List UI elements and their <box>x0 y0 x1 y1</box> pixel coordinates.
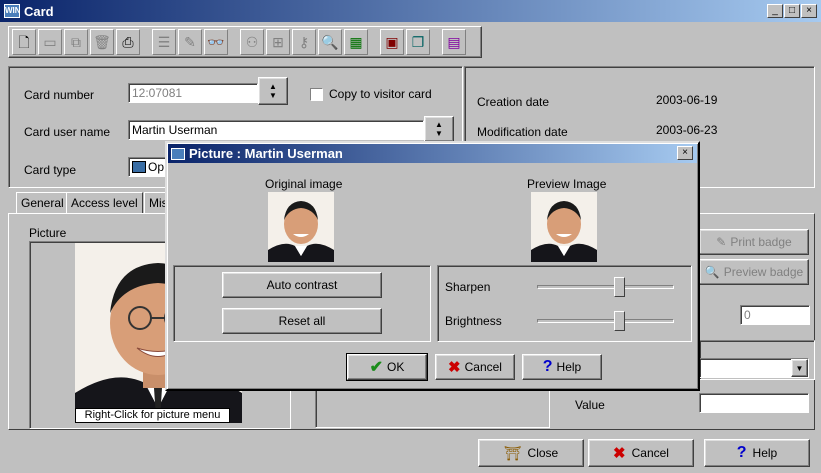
picture-label: Picture <box>29 226 67 240</box>
sharpen-slider-thumb[interactable] <box>614 277 626 297</box>
card-user-name-label: Card user name <box>24 125 111 139</box>
windows-icon[interactable]: ❐ <box>406 29 430 55</box>
close-button[interactable]: ⛩ Close <box>478 439 584 467</box>
picture-context-hint: Right-Click for picture menu <box>75 408 230 423</box>
ok-label: OK <box>387 360 405 374</box>
help-label: Help <box>752 446 778 460</box>
preview-badge-icon: 🔍 <box>704 265 720 279</box>
minimize-button[interactable]: _ <box>767 4 783 18</box>
preview-badge-button[interactable]: 🔍 Preview badge <box>699 259 809 285</box>
creation-date-label: Creation date <box>477 95 550 109</box>
modification-date-label: Modification date <box>477 125 568 139</box>
key-icon[interactable]: ⚷ <box>292 29 316 55</box>
list-icon[interactable]: ☰ <box>152 29 176 55</box>
dialog-title-bar[interactable]: Picture : Martin Userman <box>168 144 697 163</box>
dialog-cancel-button[interactable]: ✖ Cancel <box>435 354 515 380</box>
creation-date-value: 2003-06-19 <box>656 93 718 107</box>
checkmark-icon: ✔ <box>369 359 384 376</box>
edit-icon[interactable]: ✎ <box>178 29 202 55</box>
dialog-help-button[interactable]: ? Help <box>522 354 602 380</box>
print-badge-label: Print badge <box>730 235 792 249</box>
number-field[interactable]: 0 <box>740 305 810 325</box>
auto-contrast-button[interactable]: Auto contrast <box>222 272 382 298</box>
dialog-cancel-x-icon: ✖ <box>448 359 461 376</box>
grid-icon[interactable]: ⊞ <box>266 29 290 55</box>
original-image <box>268 192 334 262</box>
card-number-label: Card number <box>24 88 95 102</box>
spreadsheet-icon[interactable]: ▦ <box>344 29 368 55</box>
cancel-x-icon: ✖ <box>613 445 626 462</box>
dialog-app-icon <box>171 147 185 160</box>
brightness-slider-thumb[interactable] <box>614 311 626 331</box>
door-icon: ⛩ <box>503 444 522 461</box>
value-label: Value <box>575 398 605 412</box>
dialog-close-button[interactable]: × <box>677 146 693 160</box>
tab-access-level[interactable]: Access level <box>66 192 143 214</box>
app-icon: WIN <box>4 4 21 18</box>
close-label: Close <box>527 446 559 460</box>
copy-icon[interactable]: ⧉ <box>64 29 88 55</box>
sharpen-slider-track[interactable] <box>537 285 674 289</box>
brightness-slider-track[interactable] <box>537 319 674 323</box>
dialog-cancel-label: Cancel <box>464 360 502 374</box>
ok-button[interactable]: ✔ OK <box>346 353 428 381</box>
card-number-spinner[interactable]: ▲ ▼ <box>258 77 288 105</box>
brightness-label: Brightness <box>445 314 502 328</box>
card-user-name-field[interactable]: Martin Userman <box>128 120 424 140</box>
delete-icon[interactable]: 🗑 <box>90 29 114 55</box>
cancel-button[interactable]: ✖ Cancel <box>588 439 694 467</box>
tab-general[interactable]: General <box>16 192 69 214</box>
close-window-button[interactable]: × <box>801 4 817 18</box>
original-image-label: Original image <box>265 177 343 191</box>
window-title-bar[interactable]: WIN Card <box>0 0 821 22</box>
print-badge-button[interactable]: ✎ Print badge <box>699 229 809 255</box>
lower-middle-panel <box>315 388 550 428</box>
card-icon[interactable]: ▤ <box>442 29 466 55</box>
card-user-name-spinner[interactable]: ▲ ▼ <box>424 116 454 142</box>
save-floppy-icon[interactable]: ▣ <box>380 29 404 55</box>
new-icon[interactable]: 🗋 <box>12 29 36 55</box>
search-icon[interactable]: 🔍 <box>318 29 342 55</box>
copy-to-visitor-checkbox[interactable] <box>310 88 323 101</box>
card-type-label: Card type <box>24 163 77 177</box>
card-type-value: Op <box>148 160 165 174</box>
print-icon[interactable]: ⎙ <box>116 29 140 55</box>
card-type-combo[interactable]: Op <box>128 157 168 177</box>
sharpen-label: Sharpen <box>445 280 491 294</box>
value-field[interactable] <box>699 393 809 413</box>
print-badge-icon: ✎ <box>716 235 727 249</box>
card-number-field[interactable]: 12:07081 <box>128 83 258 103</box>
reset-all-button[interactable]: Reset all <box>222 308 382 334</box>
dialog-help-question-icon: ? <box>542 358 553 375</box>
combo-dropdown-icon[interactable]: ▼ <box>791 359 808 377</box>
help-question-icon: ? <box>736 444 747 461</box>
preview-image-label: Preview Image <box>527 177 607 191</box>
copy-to-visitor-label: Copy to visitor card <box>329 87 432 101</box>
preview-image <box>531 192 597 262</box>
find-people-icon[interactable]: ⚇ <box>240 29 264 55</box>
help-button[interactable]: ? Help <box>704 439 810 467</box>
binoculars-icon[interactable]: 👓 <box>204 29 228 55</box>
card-type-icon <box>132 161 146 173</box>
preview-badge-label: Preview badge <box>723 265 804 279</box>
adjust-group <box>437 265 692 342</box>
window-title: Card <box>24 3 54 19</box>
dialog-help-label: Help <box>556 360 582 374</box>
save-icon[interactable]: ▭ <box>38 29 62 55</box>
cancel-label: Cancel <box>631 446 669 460</box>
maximize-button[interactable]: □ <box>784 4 800 18</box>
modification-date-value: 2003-06-23 <box>656 123 718 137</box>
dialog-title: Picture : Martin Userman <box>189 146 343 161</box>
